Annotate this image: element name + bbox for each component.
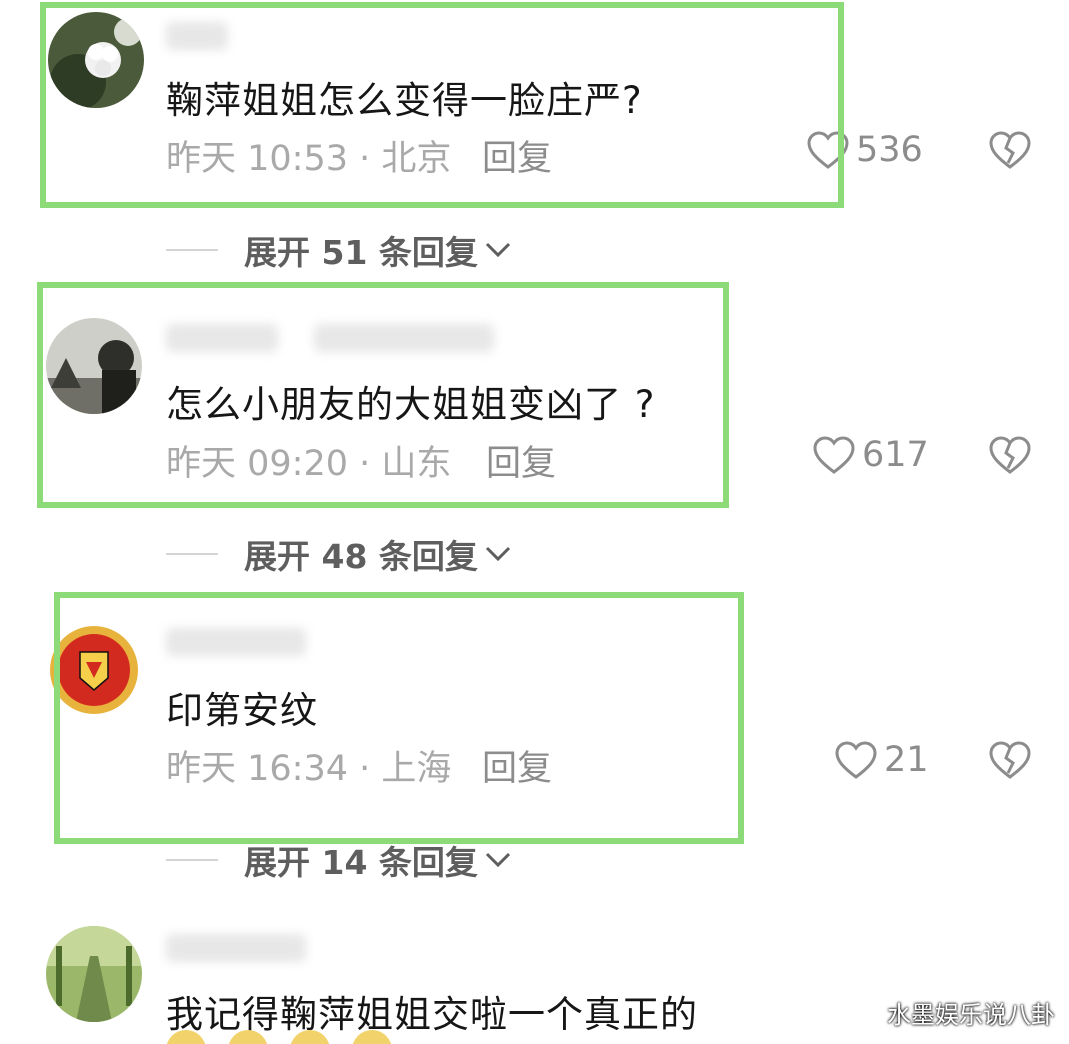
emoji-icon <box>166 1030 206 1044</box>
emoji-icon <box>352 1030 392 1044</box>
expand-replies-label: 展开 51 条回复 <box>244 233 478 272</box>
avatar[interactable] <box>46 926 142 1022</box>
expand-replies-button[interactable]: 展开 14 条回复 <box>166 836 512 884</box>
username-blurred[interactable] <box>166 324 278 352</box>
username-blurred[interactable] <box>166 22 228 50</box>
divider <box>166 553 218 555</box>
emoji-row <box>166 1030 392 1044</box>
like-count: 536 <box>856 130 923 170</box>
expand-replies-label: 展开 14 条回复 <box>244 843 478 882</box>
comment-text: 怎么小朋友的大姐姐变凶了 ? <box>166 383 656 426</box>
broken-heart-icon[interactable] <box>988 740 1032 780</box>
username-blurred[interactable] <box>166 628 306 656</box>
avatar[interactable] <box>46 318 142 414</box>
reply-button[interactable]: 回复 <box>486 435 556 486</box>
avatar[interactable] <box>46 622 142 718</box>
like-button[interactable]: 617 <box>812 435 929 475</box>
like-button[interactable]: 536 <box>806 130 923 170</box>
chevron-down-icon <box>485 546 510 562</box>
comment-list: 鞠萍姐姐怎么变得一脸庄严? 昨天 10:53 · 北京 回复 536 展开 51… <box>0 0 1069 1044</box>
like-count: 617 <box>862 435 929 475</box>
comment-meta: 昨天 16:34 · 上海 <box>166 749 452 789</box>
expand-replies-button[interactable]: 展开 51 条回复 <box>166 226 512 274</box>
expand-replies-label: 展开 48 条回复 <box>244 537 478 576</box>
chevron-down-icon <box>485 242 510 258</box>
reply-button[interactable]: 回复 <box>482 740 552 791</box>
username-blurred[interactable] <box>166 934 306 962</box>
comment-text: 鞠萍姐姐怎么变得一脸庄严? <box>166 79 643 122</box>
broken-heart-icon[interactable] <box>988 435 1032 475</box>
heart-outline-icon <box>807 131 849 169</box>
broken-heart-icon[interactable] <box>988 130 1032 170</box>
watermark: 水墨娱乐说八卦 <box>887 1001 1055 1029</box>
chevron-down-icon <box>485 852 510 868</box>
divider <box>166 859 218 861</box>
highlight-box <box>54 592 744 844</box>
avatar[interactable] <box>48 12 144 108</box>
expand-replies-button[interactable]: 展开 48 条回复 <box>166 530 512 578</box>
user-badge-blurred <box>314 324 494 352</box>
comment-meta: 昨天 09:20 · 山东 <box>166 444 452 484</box>
heart-outline-icon <box>813 436 855 474</box>
divider <box>166 249 218 251</box>
reply-button[interactable]: 回复 <box>482 130 552 181</box>
like-count: 21 <box>884 740 929 780</box>
comment-text: 印第安纹 <box>166 689 318 732</box>
heart-outline-icon <box>835 741 877 779</box>
comment-meta: 昨天 10:53 · 北京 <box>166 139 452 179</box>
emoji-icon <box>290 1030 330 1044</box>
like-button[interactable]: 21 <box>834 740 929 780</box>
emoji-icon <box>228 1030 268 1044</box>
